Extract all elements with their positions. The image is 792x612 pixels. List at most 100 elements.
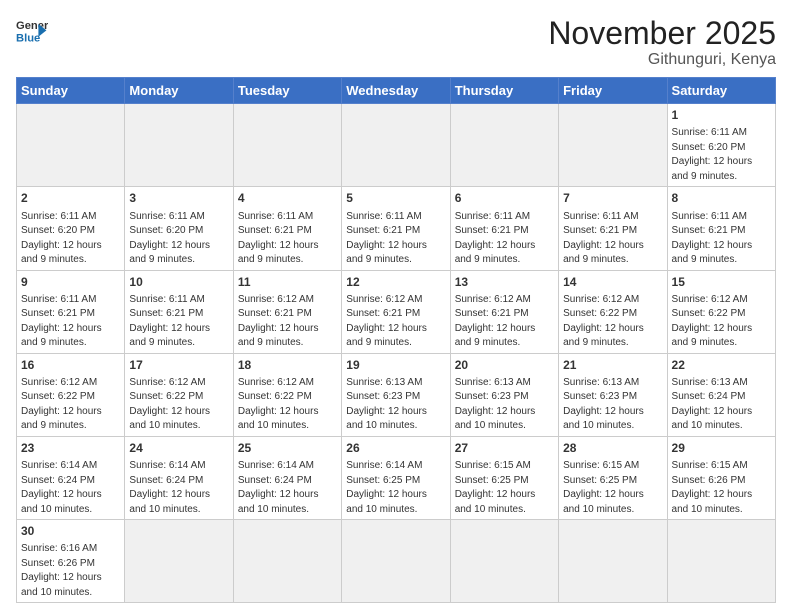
day-info: Sunrise: 6:15 AMSunset: 6:26 PMDaylight:… <box>672 460 753 515</box>
cell-6: 6 Sunrise: 6:11 AMSunset: 6:21 PMDayligh… <box>450 187 558 270</box>
calendar-row-1: 1 Sunrise: 6:11 AMSunset: 6:20 PMDayligh… <box>17 104 776 187</box>
day-number: 2 <box>21 190 120 206</box>
cell-empty <box>342 104 450 187</box>
day-info: Sunrise: 6:11 AMSunset: 6:21 PMDaylight:… <box>563 211 644 266</box>
cell-19: 19 Sunrise: 6:13 AMSunset: 6:23 PMDaylig… <box>342 353 450 436</box>
day-info: Sunrise: 6:11 AMSunset: 6:21 PMDaylight:… <box>672 211 753 266</box>
day-info: Sunrise: 6:14 AMSunset: 6:24 PMDaylight:… <box>21 460 102 515</box>
day-info: Sunrise: 6:11 AMSunset: 6:21 PMDaylight:… <box>455 211 536 266</box>
cell-7: 7 Sunrise: 6:11 AMSunset: 6:21 PMDayligh… <box>559 187 667 270</box>
day-number: 20 <box>455 357 554 373</box>
header: General Blue November 2025 Githunguri, K… <box>16 16 776 69</box>
cell-27: 27 Sunrise: 6:15 AMSunset: 6:25 PMDaylig… <box>450 436 558 519</box>
calendar-row-3: 9 Sunrise: 6:11 AMSunset: 6:21 PMDayligh… <box>17 270 776 353</box>
title-block: November 2025 Githunguri, Kenya <box>548 16 776 69</box>
cell-1: 1 Sunrise: 6:11 AMSunset: 6:20 PMDayligh… <box>667 104 775 187</box>
col-tuesday: Tuesday <box>233 78 341 104</box>
cell-2: 2 Sunrise: 6:11 AMSunset: 6:20 PMDayligh… <box>17 187 125 270</box>
col-friday: Friday <box>559 78 667 104</box>
day-info: Sunrise: 6:11 AMSunset: 6:21 PMDaylight:… <box>129 294 210 349</box>
col-saturday: Saturday <box>667 78 775 104</box>
day-number: 12 <box>346 274 445 290</box>
day-info: Sunrise: 6:11 AMSunset: 6:21 PMDaylight:… <box>238 211 319 266</box>
cell-18: 18 Sunrise: 6:12 AMSunset: 6:22 PMDaylig… <box>233 353 341 436</box>
cell-26: 26 Sunrise: 6:14 AMSunset: 6:25 PMDaylig… <box>342 436 450 519</box>
day-number: 10 <box>129 274 228 290</box>
logo-icon: General Blue <box>16 16 48 48</box>
day-info: Sunrise: 6:11 AMSunset: 6:21 PMDaylight:… <box>21 294 102 349</box>
day-info: Sunrise: 6:12 AMSunset: 6:22 PMDaylight:… <box>129 377 210 432</box>
calendar-row-2: 2 Sunrise: 6:11 AMSunset: 6:20 PMDayligh… <box>17 187 776 270</box>
day-number: 29 <box>672 440 771 456</box>
day-info: Sunrise: 6:13 AMSunset: 6:23 PMDaylight:… <box>563 377 644 432</box>
calendar-table: Sunday Monday Tuesday Wednesday Thursday… <box>16 77 776 603</box>
calendar-row-6: 30 Sunrise: 6:16 AMSunset: 6:26 PMDaylig… <box>17 520 776 603</box>
cell-22: 22 Sunrise: 6:13 AMSunset: 6:24 PMDaylig… <box>667 353 775 436</box>
day-info: Sunrise: 6:11 AMSunset: 6:20 PMDaylight:… <box>21 211 102 266</box>
day-info: Sunrise: 6:14 AMSunset: 6:24 PMDaylight:… <box>129 460 210 515</box>
day-number: 8 <box>672 190 771 206</box>
cell-15: 15 Sunrise: 6:12 AMSunset: 6:22 PMDaylig… <box>667 270 775 353</box>
cell-8: 8 Sunrise: 6:11 AMSunset: 6:21 PMDayligh… <box>667 187 775 270</box>
day-number: 13 <box>455 274 554 290</box>
cell-5: 5 Sunrise: 6:11 AMSunset: 6:21 PMDayligh… <box>342 187 450 270</box>
day-number: 9 <box>21 274 120 290</box>
svg-text:Blue: Blue <box>16 33 40 45</box>
day-info: Sunrise: 6:13 AMSunset: 6:23 PMDaylight:… <box>346 377 427 432</box>
cell-9: 9 Sunrise: 6:11 AMSunset: 6:21 PMDayligh… <box>17 270 125 353</box>
cell-empty <box>125 520 233 603</box>
cell-empty <box>667 520 775 603</box>
day-number: 11 <box>238 274 337 290</box>
cell-10: 10 Sunrise: 6:11 AMSunset: 6:21 PMDaylig… <box>125 270 233 353</box>
day-number: 24 <box>129 440 228 456</box>
day-info: Sunrise: 6:14 AMSunset: 6:25 PMDaylight:… <box>346 460 427 515</box>
cell-empty <box>450 520 558 603</box>
day-number: 28 <box>563 440 662 456</box>
cell-empty <box>342 520 450 603</box>
cell-20: 20 Sunrise: 6:13 AMSunset: 6:23 PMDaylig… <box>450 353 558 436</box>
day-info: Sunrise: 6:13 AMSunset: 6:23 PMDaylight:… <box>455 377 536 432</box>
col-wednesday: Wednesday <box>342 78 450 104</box>
day-info: Sunrise: 6:12 AMSunset: 6:21 PMDaylight:… <box>346 294 427 349</box>
cell-empty <box>559 520 667 603</box>
day-info: Sunrise: 6:13 AMSunset: 6:24 PMDaylight:… <box>672 377 753 432</box>
day-info: Sunrise: 6:12 AMSunset: 6:22 PMDaylight:… <box>672 294 753 349</box>
cell-28: 28 Sunrise: 6:15 AMSunset: 6:25 PMDaylig… <box>559 436 667 519</box>
day-number: 27 <box>455 440 554 456</box>
cell-empty <box>233 520 341 603</box>
col-monday: Monday <box>125 78 233 104</box>
cell-empty <box>125 104 233 187</box>
day-info: Sunrise: 6:16 AMSunset: 6:26 PMDaylight:… <box>21 543 102 598</box>
day-number: 7 <box>563 190 662 206</box>
day-number: 21 <box>563 357 662 373</box>
day-info: Sunrise: 6:14 AMSunset: 6:24 PMDaylight:… <box>238 460 319 515</box>
calendar-row-4: 16 Sunrise: 6:12 AMSunset: 6:22 PMDaylig… <box>17 353 776 436</box>
cell-21: 21 Sunrise: 6:13 AMSunset: 6:23 PMDaylig… <box>559 353 667 436</box>
day-info: Sunrise: 6:12 AMSunset: 6:22 PMDaylight:… <box>238 377 319 432</box>
cell-11: 11 Sunrise: 6:12 AMSunset: 6:21 PMDaylig… <box>233 270 341 353</box>
day-info: Sunrise: 6:12 AMSunset: 6:21 PMDaylight:… <box>455 294 536 349</box>
day-info: Sunrise: 6:15 AMSunset: 6:25 PMDaylight:… <box>455 460 536 515</box>
cell-empty <box>17 104 125 187</box>
cell-empty <box>233 104 341 187</box>
logo: General Blue <box>16 16 48 48</box>
cell-12: 12 Sunrise: 6:12 AMSunset: 6:21 PMDaylig… <box>342 270 450 353</box>
day-number: 4 <box>238 190 337 206</box>
cell-empty <box>450 104 558 187</box>
day-number: 18 <box>238 357 337 373</box>
page: General Blue November 2025 Githunguri, K… <box>0 0 792 611</box>
day-info: Sunrise: 6:12 AMSunset: 6:21 PMDaylight:… <box>238 294 319 349</box>
cell-13: 13 Sunrise: 6:12 AMSunset: 6:21 PMDaylig… <box>450 270 558 353</box>
cell-17: 17 Sunrise: 6:12 AMSunset: 6:22 PMDaylig… <box>125 353 233 436</box>
weekday-header-row: Sunday Monday Tuesday Wednesday Thursday… <box>17 78 776 104</box>
day-number: 30 <box>21 523 120 539</box>
day-number: 14 <box>563 274 662 290</box>
col-thursday: Thursday <box>450 78 558 104</box>
day-number: 26 <box>346 440 445 456</box>
day-number: 25 <box>238 440 337 456</box>
day-info: Sunrise: 6:11 AMSunset: 6:20 PMDaylight:… <box>672 127 753 182</box>
cell-16: 16 Sunrise: 6:12 AMSunset: 6:22 PMDaylig… <box>17 353 125 436</box>
cell-14: 14 Sunrise: 6:12 AMSunset: 6:22 PMDaylig… <box>559 270 667 353</box>
cell-24: 24 Sunrise: 6:14 AMSunset: 6:24 PMDaylig… <box>125 436 233 519</box>
day-number: 22 <box>672 357 771 373</box>
